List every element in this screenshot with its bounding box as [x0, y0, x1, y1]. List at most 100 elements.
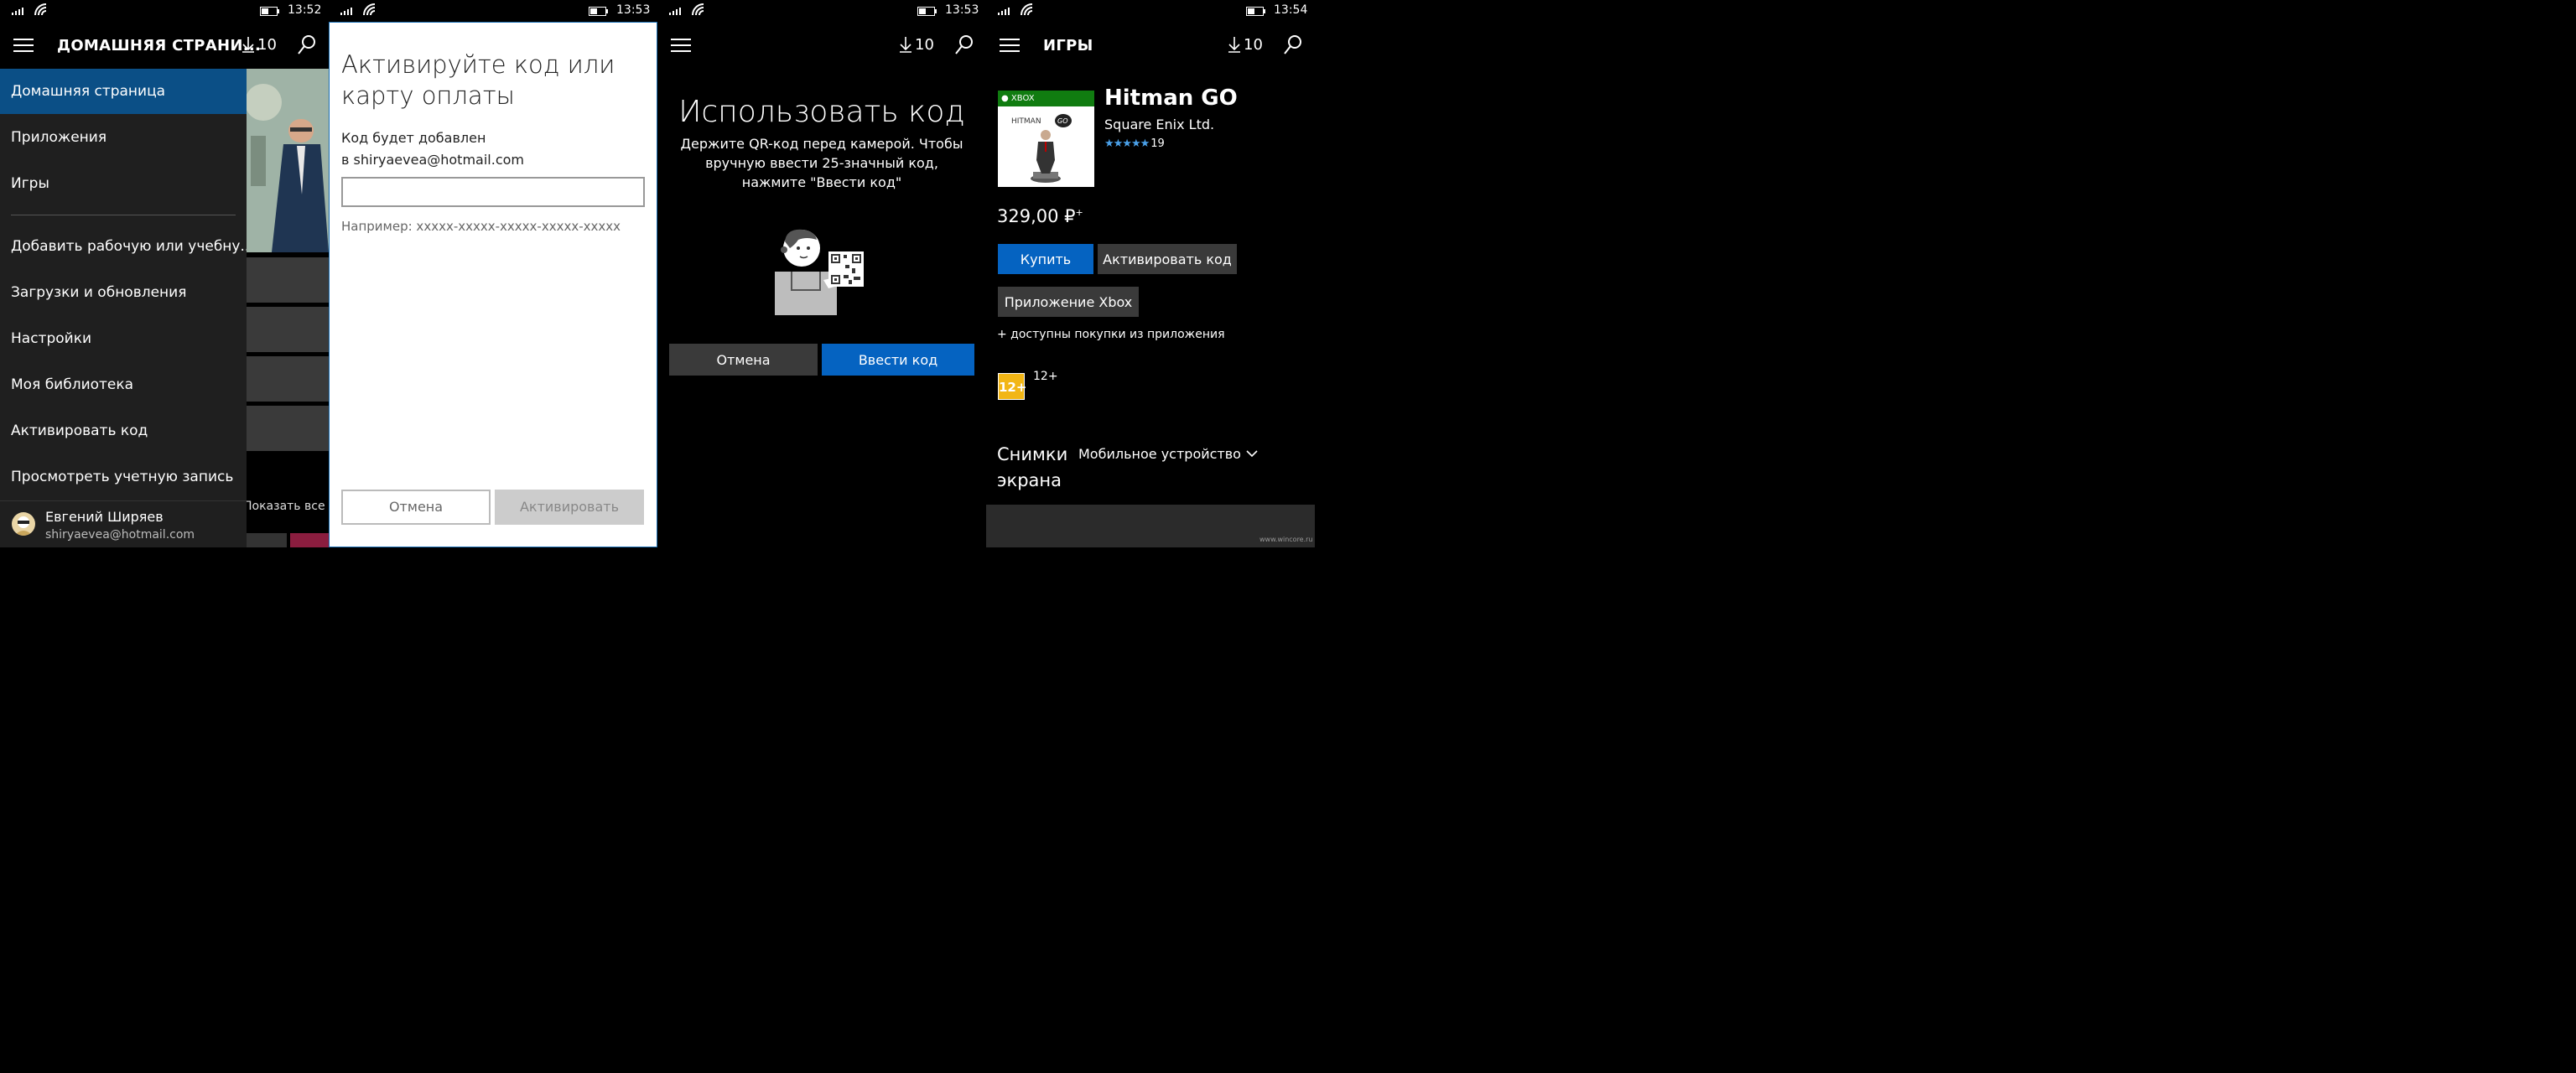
content-tile[interactable] — [290, 533, 329, 547]
code-format-hint: Например: xxxxx-xxxxx-xxxxx-xxxxx-xxxxx — [341, 219, 621, 234]
wifi-icon — [363, 3, 376, 16]
status-bar: 13:52 — [0, 0, 329, 22]
menu-item-home[interactable]: Домашняя страница — [0, 69, 247, 114]
menu-item-redeem-code[interactable]: Активировать код — [0, 408, 247, 454]
instructions-text: Держите QR-код перед камерой. Чтобы вруч… — [680, 136, 963, 190]
clock: 13:52 — [288, 3, 322, 17]
signal-icon — [998, 8, 1010, 15]
menu-item-view-account[interactable]: Просмотреть учетную запись — [0, 454, 247, 500]
age-rating-label: 12+ — [1033, 370, 1058, 383]
hamburger-menu-icon[interactable] — [1000, 39, 1020, 54]
game-box-art: ● XBOX HITMAN GO — [998, 91, 1094, 187]
app-bar: ИГРЫ 10 — [986, 27, 1315, 65]
publisher-link[interactable]: Square Enix Ltd. — [1104, 117, 1214, 132]
search-icon[interactable] — [1283, 34, 1303, 56]
downloads-count: 10 — [915, 35, 934, 54]
hamburger-menu-icon[interactable] — [671, 39, 691, 54]
content-tile[interactable] — [247, 533, 287, 547]
status-bar: 13:53 — [329, 0, 657, 22]
download-icon — [900, 37, 911, 53]
signal-icon — [12, 8, 23, 15]
show-all-link[interactable]: Показать все — [243, 500, 325, 513]
wifi-icon — [692, 3, 704, 16]
box-brand-label: XBOX — [1010, 94, 1035, 103]
hitman-figure: HITMAN GO — [1011, 114, 1072, 183]
navigation-menu: Домашняя страница Приложения Игры Добави… — [0, 69, 247, 547]
menu-item-downloads[interactable]: Загрузки и обновления — [0, 270, 247, 315]
xbox-app-button[interactable]: Приложение Xbox — [998, 287, 1139, 317]
app-bar: 10 — [657, 27, 986, 65]
page-title: ДОМАШНЯЯ СТРАНИ... — [57, 37, 262, 54]
content-tile[interactable] — [247, 257, 329, 303]
box-badge: GO — [1057, 117, 1068, 125]
user-name: Евгений Ширяев — [45, 509, 164, 525]
rating-count: 19 — [1150, 137, 1165, 150]
activate-button[interactable]: Активировать — [495, 490, 644, 525]
content-tile[interactable] — [247, 356, 329, 402]
xbox-logo-icon: ● — [1001, 94, 1009, 103]
cancel-button[interactable]: Отмена — [341, 490, 491, 525]
clock: 13:53 — [945, 3, 979, 17]
screenshots-heading: Снимки экрана — [997, 444, 1068, 490]
dialog-title: Активируйте код или карту оплаты — [341, 50, 615, 110]
dialog-account-text: в shiryaevea@hotmail.com — [341, 152, 524, 168]
menu-item-library[interactable]: Моя библиотека — [0, 362, 247, 407]
price-mark: + — [1075, 207, 1083, 218]
battery-icon — [589, 7, 608, 16]
redeem-dialog-screen: 13:53 Активируйте код или карту оплаты К… — [329, 0, 657, 547]
content-tile[interactable] — [247, 406, 329, 451]
hamburger-menu-icon[interactable] — [13, 39, 34, 54]
battery-icon — [917, 7, 937, 16]
redeem-dialog: Активируйте код или карту оплаты Код буд… — [329, 22, 657, 547]
clock: 13:53 — [616, 3, 651, 17]
use-code-screen: 13:53 10 Использовать код Держите QR-код… — [657, 0, 986, 547]
search-icon[interactable] — [297, 34, 317, 56]
dialog-text: Код будет добавлен — [341, 130, 486, 146]
age-rating-badge: 12+ — [998, 373, 1026, 400]
featured-game-art[interactable] — [247, 69, 329, 252]
wifi-icon — [34, 3, 47, 16]
downloads-button[interactable]: 10 — [899, 35, 934, 54]
qr-scan-illustration — [775, 229, 864, 315]
price: 329,00 ₽+ — [997, 206, 1083, 226]
activate-code-button[interactable]: Активировать код — [1098, 244, 1237, 274]
menu-item-settings[interactable]: Настройки — [0, 316, 247, 361]
cancel-button[interactable]: Отмена — [669, 344, 818, 376]
signal-icon — [669, 8, 681, 15]
download-icon — [1228, 37, 1240, 53]
xbox-brand-bar: ● XBOX — [998, 91, 1094, 106]
page-title: Использовать код — [678, 95, 965, 129]
game-detail-screen: 13:54 ИГРЫ 10 ● XBOX HITMAN GO Hitman GO… — [986, 0, 1315, 547]
user-account[interactable]: Евгений Ширяев shiryaevea@hotmail.com — [0, 500, 247, 547]
enter-code-button[interactable]: Ввести код — [822, 344, 974, 376]
downloads-count: 10 — [1244, 35, 1263, 54]
menu-item-apps[interactable]: Приложения — [0, 115, 247, 160]
battery-icon — [260, 7, 279, 16]
downloads-count: 10 — [257, 35, 277, 54]
user-email: shiryaevea@hotmail.com — [45, 528, 195, 542]
star-rating-icon: ★★★★★ — [1104, 137, 1150, 150]
page-title: ИГРЫ — [1043, 37, 1093, 54]
status-bar: 13:53 — [657, 0, 986, 22]
content-tile[interactable] — [247, 307, 329, 352]
rating[interactable]: ★★★★★ 19 — [1104, 137, 1165, 150]
in-app-purchases-note: + доступны покупки из приложения — [997, 328, 1225, 341]
code-input[interactable] — [341, 177, 645, 207]
store-menu-screen: 13:52 ДОМАШНЯЯ СТРАНИ... 10 Показать все… — [0, 0, 329, 547]
search-icon[interactable] — [954, 34, 974, 56]
price-value: 329,00 ₽ — [997, 206, 1076, 226]
box-title: HITMAN — [1011, 117, 1041, 126]
download-icon — [242, 37, 254, 53]
buy-button[interactable]: Купить — [998, 244, 1093, 274]
menu-item-add-account[interactable]: Добавить рабочую или учебну... — [0, 224, 247, 269]
watermark: www.wincore.ru — [1259, 536, 1313, 543]
downloads-button[interactable]: 10 — [1228, 35, 1263, 54]
wifi-icon — [1021, 3, 1033, 16]
device-filter-dropdown[interactable]: Мобильное устройство — [1078, 446, 1258, 462]
battery-icon — [1246, 7, 1265, 16]
menu-item-games[interactable]: Игры — [0, 161, 247, 206]
app-bar: ДОМАШНЯЯ СТРАНИ... 10 — [0, 27, 329, 65]
downloads-button[interactable]: 10 — [242, 35, 277, 54]
device-filter-label: Мобильное устройство — [1078, 446, 1241, 462]
status-bar: 13:54 — [986, 0, 1315, 22]
